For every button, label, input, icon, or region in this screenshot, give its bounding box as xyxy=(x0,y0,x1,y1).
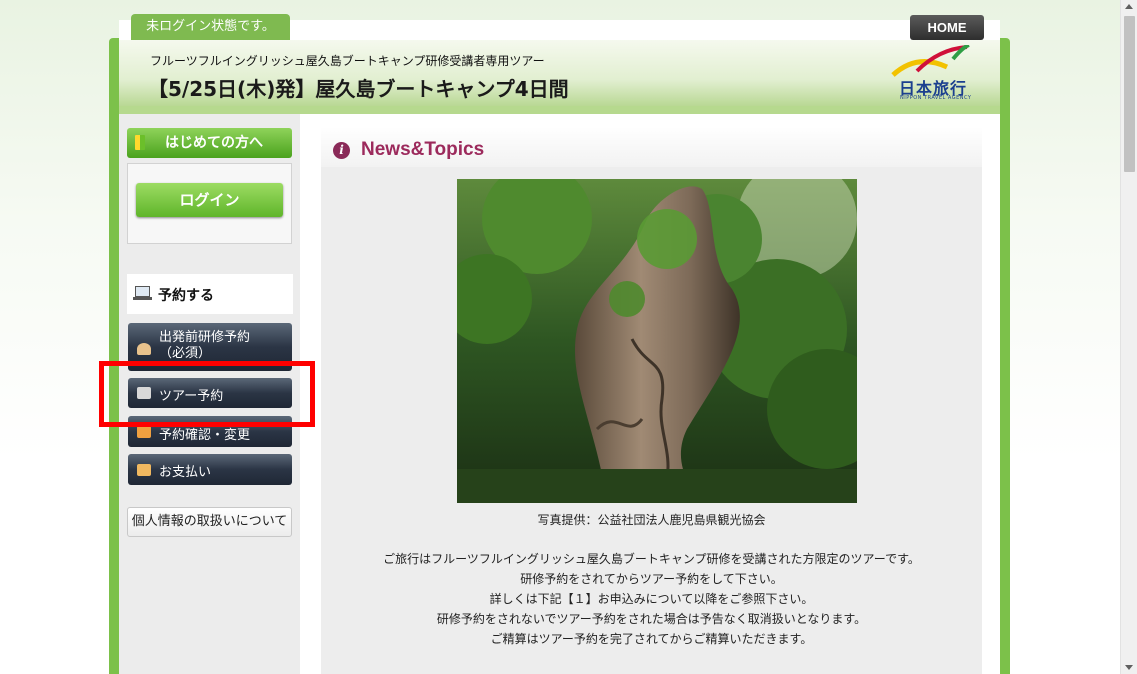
news-topics-title: News&Topics xyxy=(361,139,485,160)
login-status-tab: 未ログイン状態です。 xyxy=(131,14,290,40)
notice-line: 研修予約をされてからツアー予約をして下さい。 xyxy=(520,572,783,586)
pre-training-label: 出発前研修予約 （必須） xyxy=(159,330,250,362)
pre-training-label-line2: （必須） xyxy=(159,346,212,361)
notice-line: ご精算はツアー予約を完了されてからご精算いただきます。 xyxy=(490,632,813,646)
tour-notice: ご旅行はフルーツフルイングリッシュ屋久島ブートキャンプ研修を受講された方限定のツ… xyxy=(321,549,982,649)
pre-training-label-line1: 出発前研修予約 xyxy=(159,330,251,345)
info-icon: i xyxy=(333,142,350,159)
nippon-travel-logo[interactable]: 日本旅行 NIPPON TRAVEL AGENCY xyxy=(887,45,973,103)
computer-icon xyxy=(133,286,152,300)
payment-label: お支払い xyxy=(159,465,212,480)
beginner-leaf-icon xyxy=(135,135,145,150)
header-divider xyxy=(119,106,1000,114)
privacy-policy-link[interactable]: 個人情報の取扱いについて xyxy=(127,507,292,537)
forest-image xyxy=(457,179,857,503)
header-subtitle: フルーツフルイングリッシュ屋久島ブートキャンプ研修受講者専用ツアー xyxy=(150,54,545,68)
scrollbar-thumb[interactable] xyxy=(1124,16,1135,172)
payment-button[interactable]: お支払い xyxy=(128,454,292,485)
payment-icon xyxy=(137,464,151,476)
scroll-down-arrow-icon[interactable] xyxy=(1125,665,1133,670)
first-time-label: はじめての方へ xyxy=(165,135,263,151)
page-title: 【5/25日(木)発】屋久島ブートキャンプ4日間 xyxy=(148,77,569,101)
home-button[interactable]: HOME xyxy=(910,15,984,40)
site-header: フルーツフルイングリッシュ屋久島ブートキャンプ研修受講者専用ツアー 【5/25日… xyxy=(119,40,1000,106)
first-time-button[interactable]: はじめての方へ xyxy=(127,128,292,158)
highlight-box xyxy=(99,361,315,427)
notice-line: 研修予約をされないでツアー予約をされた場合は予告なく取消扱いとなります。 xyxy=(436,612,867,626)
person-icon xyxy=(137,343,151,355)
news-topics-header: i News&Topics xyxy=(321,127,982,167)
cedar-tree-photo xyxy=(457,179,857,503)
logo-subtext: NIPPON TRAVEL AGENCY xyxy=(900,95,972,101)
notice-line: ご旅行はフルーツフルイングリッシュ屋久島ブートキャンプ研修を受講された方限定のツ… xyxy=(383,552,920,566)
photo-caption: 写真提供：公益社団法人鹿児島県観光協会 xyxy=(537,513,766,527)
reserve-heading-label: 予約する xyxy=(158,288,214,304)
document-icon xyxy=(137,426,151,438)
vertical-scrollbar[interactable] xyxy=(1120,0,1137,674)
scroll-up-arrow-icon[interactable] xyxy=(1125,4,1133,9)
reserve-heading: 予約する xyxy=(127,274,293,314)
notice-line: 詳しくは下記【１】お申込みについて以降をご参照下さい。 xyxy=(489,592,814,606)
login-button[interactable]: ログイン xyxy=(136,183,283,217)
logo-arc-icon xyxy=(891,45,970,77)
